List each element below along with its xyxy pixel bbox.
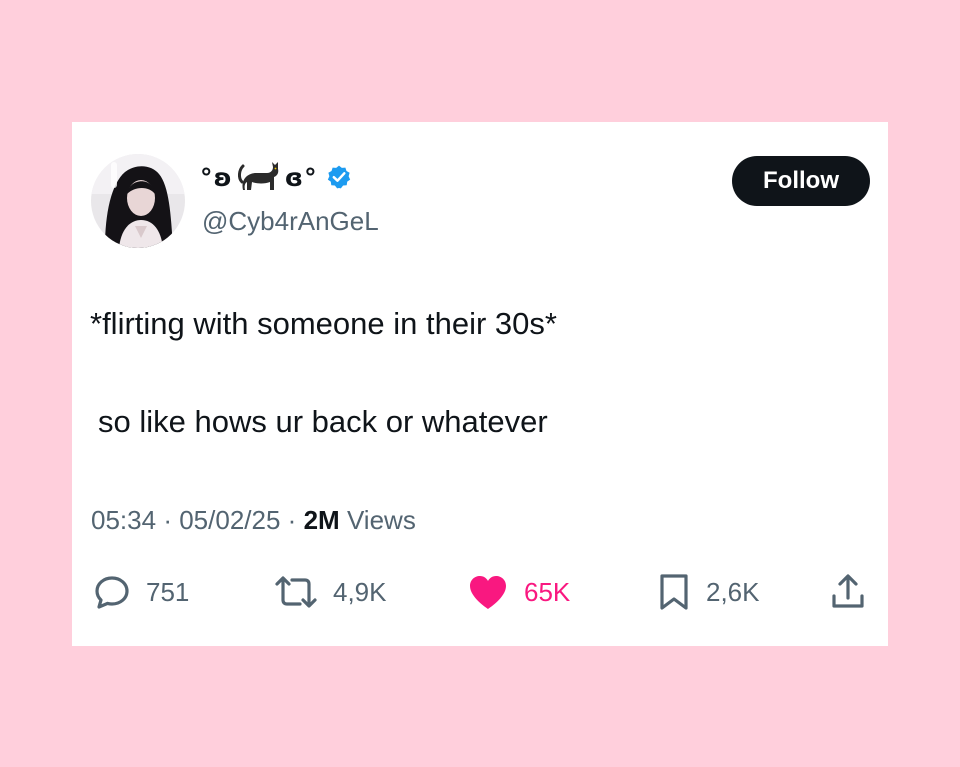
black-cat-icon <box>237 160 281 194</box>
meta-separator: · <box>287 505 297 535</box>
follow-button[interactable]: Follow <box>732 156 870 206</box>
views-label: Views <box>346 505 416 535</box>
tweet-time[interactable]: 05:34 <box>91 505 156 535</box>
share-icon <box>828 572 868 612</box>
tweet-actions: 751 4,9K 65K 2,6K <box>72 570 888 614</box>
display-name-left: °ʚ <box>200 162 233 192</box>
tweet-date[interactable]: 05/02/25 <box>179 505 280 535</box>
profile-photo-icon <box>91 154 185 248</box>
tweet-text-line-1: *flirting with someone in their 30s* <box>90 306 557 341</box>
meta-separator: · <box>163 505 172 535</box>
verified-badge-icon <box>326 164 352 190</box>
like-count: 65K <box>524 576 571 607</box>
reply-count: 751 <box>146 576 190 607</box>
bookmark-icon <box>656 572 692 612</box>
reply-button[interactable]: 751 <box>92 570 189 614</box>
bookmark-count: 2,6K <box>706 576 760 607</box>
reply-icon <box>92 572 132 612</box>
retweet-icon <box>273 572 319 612</box>
share-button[interactable] <box>828 570 868 614</box>
display-name[interactable]: °ʚ ɞ° <box>200 160 352 194</box>
tweet-text-line-2: so like hows ur back or whatever <box>98 404 548 439</box>
views-count: 2M <box>303 505 340 535</box>
heart-icon <box>466 572 510 612</box>
user-handle[interactable]: @Cyb4rAnGeL <box>202 206 379 237</box>
tweet-meta: 05:34 · 05/02/25 · 2M Views <box>91 505 416 536</box>
display-name-right: ɞ° <box>284 162 318 192</box>
like-button[interactable]: 65K <box>466 570 570 614</box>
tweet-card: °ʚ ɞ° @Cyb4rAnGeL Follow *flirting with … <box>72 122 888 646</box>
bookmark-button[interactable]: 2,6K <box>656 570 760 614</box>
retweet-count: 4,9K <box>333 576 387 607</box>
retweet-button[interactable]: 4,9K <box>273 570 387 614</box>
avatar[interactable] <box>91 154 185 248</box>
